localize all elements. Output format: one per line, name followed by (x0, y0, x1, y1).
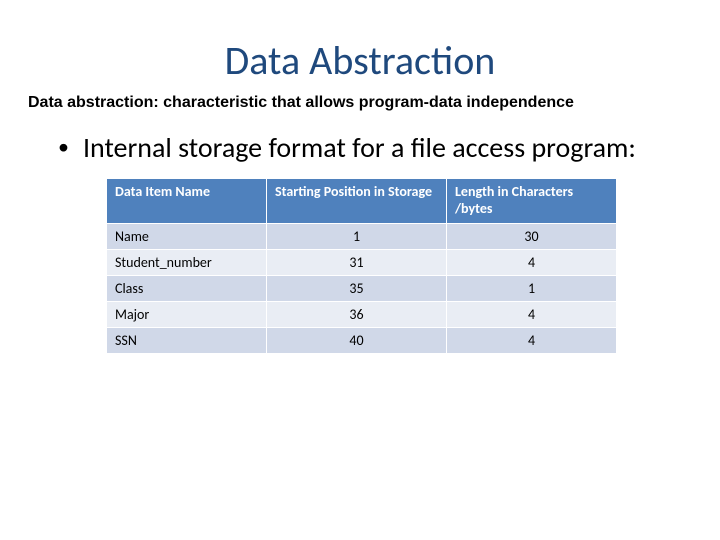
table-row: Class 35 1 (107, 275, 617, 301)
table-row: Major 36 4 (107, 301, 617, 327)
cell-start: 35 (267, 275, 447, 301)
page-title: Data Abstraction (28, 36, 692, 85)
bullet-text: Internal storage format for a file acces… (83, 131, 636, 164)
col-header-length: Length in Characters /bytes (447, 179, 617, 224)
cell-start: 31 (267, 249, 447, 275)
cell-name: Student_number (107, 249, 267, 275)
cell-start: 1 (267, 223, 447, 249)
col-header-start: Starting Position in Storage (267, 179, 447, 224)
cell-length: 30 (447, 223, 617, 249)
cell-length: 4 (447, 327, 617, 353)
bullet-item: • Internal storage format for a file acc… (58, 131, 692, 164)
cell-length: 1 (447, 275, 617, 301)
table-row: Name 1 30 (107, 223, 617, 249)
cell-start: 40 (267, 327, 447, 353)
cell-length: 4 (447, 301, 617, 327)
slide: Data Abstraction Data abstraction: chara… (0, 0, 720, 540)
cell-name: Name (107, 223, 267, 249)
cell-start: 36 (267, 301, 447, 327)
col-header-name: Data Item Name (107, 179, 267, 224)
table-header-row: Data Item Name Starting Position in Stor… (107, 179, 617, 224)
bullet-dot-icon: • (58, 131, 69, 163)
cell-name: SSN (107, 327, 267, 353)
table-row: SSN 40 4 (107, 327, 617, 353)
cell-name: Major (107, 301, 267, 327)
cell-name: Class (107, 275, 267, 301)
subtitle: Data abstraction: characteristic that al… (28, 93, 692, 113)
storage-table-wrap: Data Item Name Starting Position in Stor… (106, 178, 616, 354)
cell-length: 4 (447, 249, 617, 275)
storage-table: Data Item Name Starting Position in Stor… (106, 178, 617, 354)
table-row: Student_number 31 4 (107, 249, 617, 275)
